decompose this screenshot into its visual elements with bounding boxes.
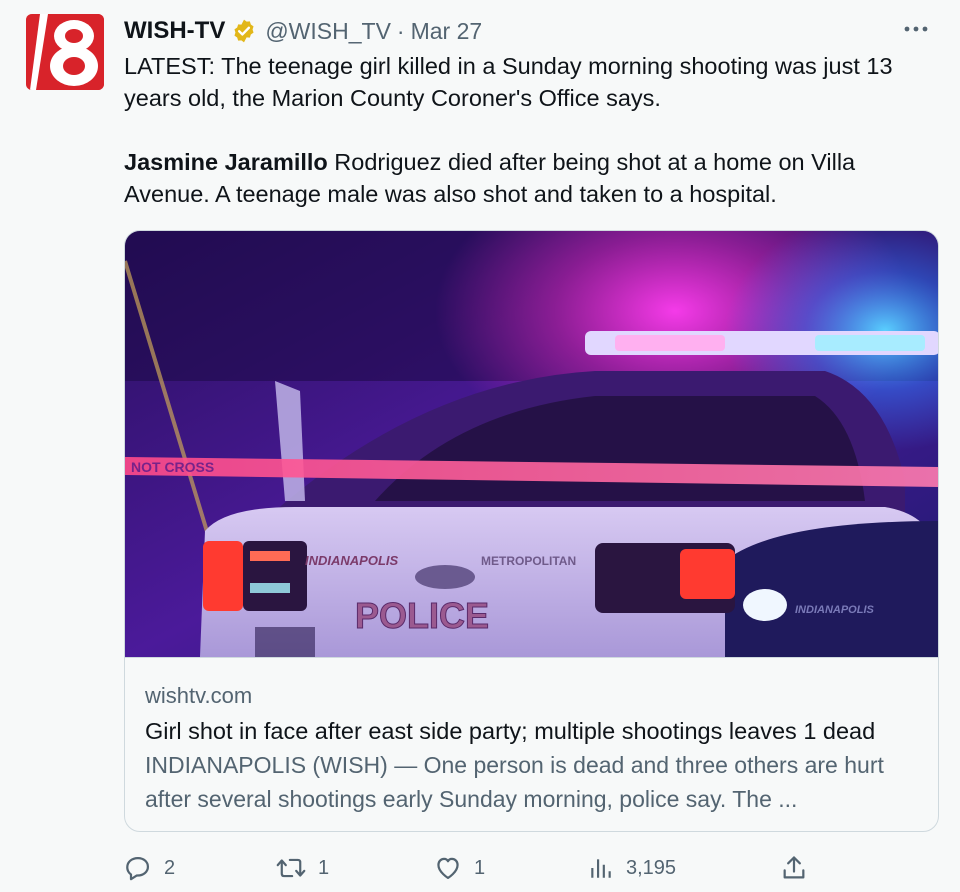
like-button[interactable]: 1 <box>434 848 485 888</box>
views-button[interactable]: 3,195 <box>588 848 676 888</box>
card-image[interactable]: NOT CROSS INDIANAPOLIS METROPOLITAN POLI… <box>125 231 938 657</box>
share-button[interactable] <box>780 848 808 888</box>
retweet-icon <box>276 858 306 878</box>
header-separator: · <box>396 17 405 44</box>
tweet-date[interactable]: Mar 27 <box>411 18 483 45</box>
tweet-text: LATEST: The teenage girl killed in a Sun… <box>124 50 936 210</box>
account-name[interactable]: WISH-TV <box>124 17 225 45</box>
tweet-header: WISH-TV @WISH_TV · Mar 27 <box>124 14 482 48</box>
card-description: INDIANAPOLIS (WISH) — One person is dead… <box>145 752 884 812</box>
reply-count: 2 <box>164 856 176 879</box>
card-title: Girl shot in face after east side party;… <box>145 718 876 744</box>
retweet-count: 1 <box>318 856 330 879</box>
tweet[interactable]: WISH-TV @WISH_TV · Mar 27 LATEST: The te… <box>0 0 960 892</box>
tweet-paragraph-2: Jasmine Jaramillo Rodriguez died after b… <box>124 146 936 210</box>
views-chart-icon <box>591 859 611 878</box>
wish-tv-8-logo-icon <box>26 14 104 90</box>
tweet-bold-name: Jasmine Jaramillo <box>124 149 328 175</box>
car-text-indianapolis-2: INDIANAPOLIS <box>795 604 875 616</box>
tweet-actions: 2 1 1 3,195 <box>0 848 960 888</box>
reply-button[interactable]: 2 <box>124 848 175 888</box>
tweet-paragraph-1: LATEST: The teenage girl killed in a Sun… <box>124 53 893 111</box>
share-icon <box>783 856 805 879</box>
crime-tape-text: NOT CROSS <box>131 459 214 475</box>
reply-icon <box>126 856 150 881</box>
heart-icon <box>437 857 459 880</box>
like-count: 1 <box>474 856 486 879</box>
card-body[interactable]: wishtv.com Girl shot in face after east … <box>125 657 938 831</box>
wish-tv-avatar[interactable] <box>26 14 104 90</box>
verified-badge-icon <box>231 18 257 44</box>
car-text-police: POLICE <box>355 595 489 636</box>
views-count: 3,195 <box>626 856 677 879</box>
car-text-metropolitan: METROPOLITAN <box>481 554 576 568</box>
account-handle[interactable]: @WISH_TV <box>265 18 391 45</box>
retweet-button[interactable]: 1 <box>276 848 329 888</box>
link-card[interactable]: NOT CROSS INDIANAPOLIS METROPOLITAN POLI… <box>124 230 939 832</box>
more-options-icon[interactable] <box>896 12 936 46</box>
car-text-indianapolis: INDIANAPOLIS <box>305 553 399 568</box>
card-domain: wishtv.com <box>145 683 253 708</box>
